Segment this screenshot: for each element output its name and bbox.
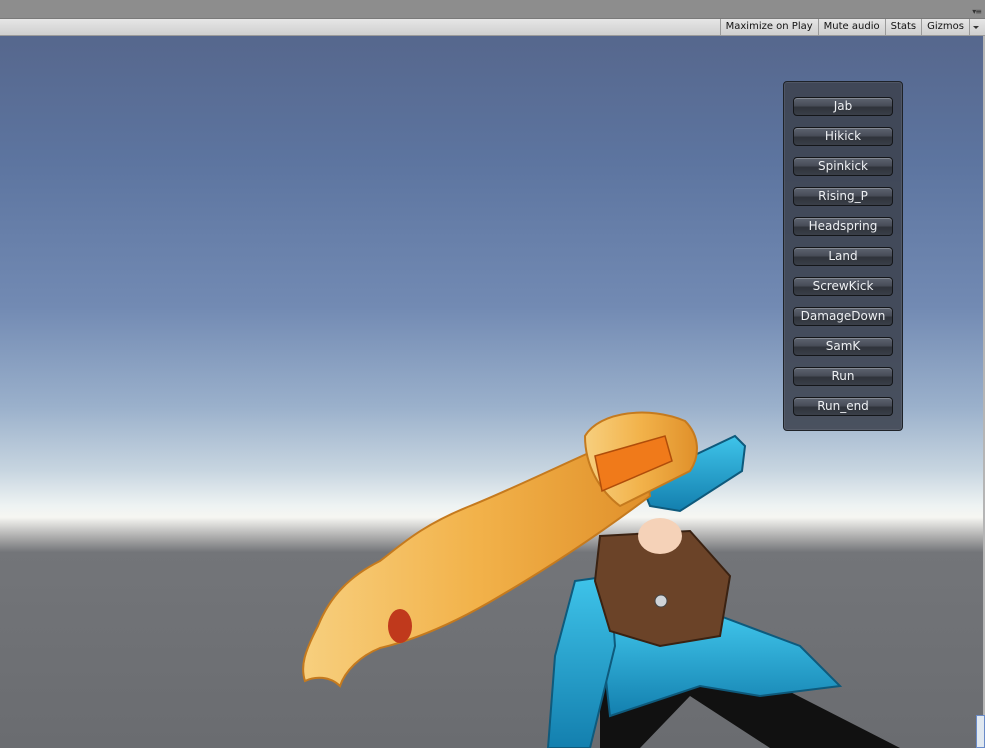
mute-audio-toggle[interactable]: Mute audio	[817, 19, 885, 35]
animation-button-panel: Jab Hikick Spinkick Rising_P Headspring …	[783, 81, 903, 431]
character-hair-tie	[388, 609, 412, 643]
maximize-on-play-toggle[interactable]: Maximize on Play	[719, 19, 818, 35]
character-vest-ornament	[654, 594, 668, 608]
spinkick-button[interactable]: Spinkick	[793, 157, 893, 176]
game-view-toolbar: Maximize on Play Mute audio Stats Gizmos	[0, 19, 985, 36]
gizmos-toggle[interactable]: Gizmos	[921, 19, 969, 35]
jab-button[interactable]: Jab	[793, 97, 893, 116]
screwkick-button[interactable]: ScrewKick	[793, 277, 893, 296]
headspring-button[interactable]: Headspring	[793, 217, 893, 236]
game-viewport[interactable]: Jab Hikick Spinkick Rising_P Headspring …	[0, 36, 983, 748]
window-menu-icon[interactable]: ▾≡	[972, 8, 982, 16]
stats-toggle[interactable]: Stats	[884, 19, 922, 35]
corner-resize-handle[interactable]	[976, 715, 985, 748]
toolbar-buttons: Maximize on Play Mute audio Stats Gizmos	[719, 19, 982, 36]
land-button[interactable]: Land	[793, 247, 893, 266]
character-fist	[638, 518, 682, 554]
damagedown-button[interactable]: DamageDown	[793, 307, 893, 326]
hikick-button[interactable]: Hikick	[793, 127, 893, 146]
run-button[interactable]: Run	[793, 367, 893, 386]
rising-p-button[interactable]: Rising_P	[793, 187, 893, 206]
run-end-button[interactable]: Run_end	[793, 397, 893, 416]
samk-button[interactable]: SamK	[793, 337, 893, 356]
window-title-strip: ▾≡	[0, 0, 985, 19]
game-window: ▾≡ Maximize on Play Mute audio Stats Giz…	[0, 0, 985, 748]
gizmos-dropdown-arrow-icon[interactable]	[969, 19, 982, 35]
